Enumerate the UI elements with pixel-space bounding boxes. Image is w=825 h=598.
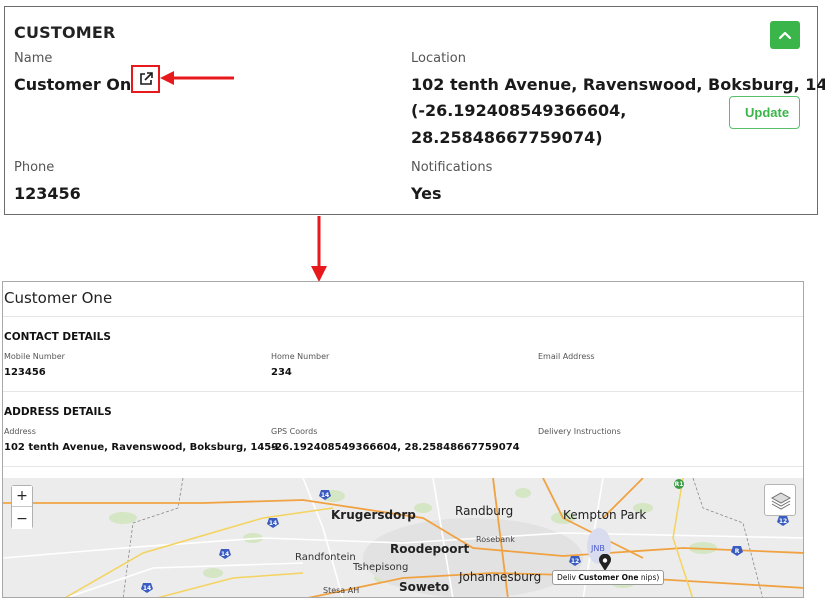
- address-label: Address: [4, 427, 36, 436]
- tooltip-suffix: nips): [640, 573, 660, 582]
- route-shield-label: 14: [143, 585, 151, 592]
- annotation-arrow-down: [311, 216, 327, 282]
- name-label: Name: [14, 51, 53, 66]
- tooltip-customer-name: Customer One: [578, 573, 639, 582]
- location-longitude: 28.25848667759074): [411, 128, 603, 147]
- divider: [3, 466, 803, 467]
- delivery-instructions-label: Delivery Instructions: [538, 427, 621, 436]
- route-shield-label: 12: [571, 558, 579, 565]
- contact-details-heading: CONTACT DETAILS: [4, 331, 111, 343]
- card-title: CUSTOMER: [14, 23, 116, 42]
- update-location-button[interactable]: Update: [729, 96, 800, 129]
- divider: [3, 316, 803, 317]
- collapse-button[interactable]: [770, 21, 800, 49]
- location-label: Location: [411, 51, 466, 66]
- annotation-arrow-left: [160, 71, 234, 85]
- map-place-label: Randfontein: [295, 552, 356, 563]
- customer-card: CUSTOMER Name Customer One Location 102 …: [4, 6, 825, 215]
- route-shield-label: 12: [779, 518, 787, 525]
- customer-name: Customer One: [14, 75, 143, 94]
- map-airport-label: JNB: [591, 544, 605, 553]
- notifications-value: Yes: [411, 184, 442, 203]
- map-place-label: Kempton Park: [563, 508, 647, 522]
- location-address: 102 tenth Avenue, Ravenswood, Boksburg, …: [411, 75, 825, 94]
- mobile-number-value: 123456: [4, 367, 46, 378]
- mobile-number-label: Mobile Number: [4, 352, 65, 361]
- route-shield-label: R1: [675, 481, 684, 488]
- address-details-heading: ADDRESS DETAILS: [4, 406, 112, 418]
- route-shield-label: 14: [269, 520, 277, 527]
- divider: [3, 391, 803, 392]
- chevron-up-icon: [778, 31, 792, 40]
- route-shield-label: 14: [221, 551, 229, 558]
- route-shield-label: R: [735, 548, 740, 555]
- map-place-label: Tshepisong: [353, 562, 409, 573]
- external-link-icon: [140, 72, 153, 85]
- location-latitude: (-26.192408549366604,: [411, 101, 627, 120]
- map-zoom-control: + −: [11, 485, 33, 529]
- open-customer-link[interactable]: [131, 65, 160, 93]
- gps-coords-label: GPS Coords: [271, 427, 318, 436]
- home-number-value: 234: [271, 367, 292, 378]
- zoom-out-button[interactable]: −: [12, 508, 32, 529]
- map-marker-tooltip: Deliv Customer One nips): [552, 570, 665, 585]
- map-place-label: Randburg: [455, 504, 514, 518]
- email-address-label: Email Address: [538, 352, 595, 361]
- layers-icon: [770, 492, 792, 510]
- map-place-label: Soweto: [399, 580, 450, 594]
- gps-coords-value: -26.192408549366604, 28.25848667759074: [271, 442, 520, 453]
- address-value: 102 tenth Avenue, Ravenswood, Boksburg, …: [4, 442, 279, 453]
- detail-title: Customer One: [4, 289, 113, 307]
- map-place-label: Krugersdorp: [331, 508, 416, 522]
- update-button-label: Update: [745, 105, 790, 120]
- route-shield-label: 14: [321, 492, 329, 499]
- map-place-label: Rosebank: [476, 535, 515, 544]
- zoom-in-button[interactable]: +: [12, 486, 32, 507]
- phone-label: Phone: [14, 160, 55, 175]
- customer-map[interactable]: 14 14 14 14 12 12 R R1 + − Krugersdorp R…: [3, 478, 803, 597]
- notifications-label: Notifications: [411, 160, 493, 175]
- customer-detail-panel: Customer One CONTACT DETAILS Mobile Numb…: [2, 281, 804, 598]
- map-layers-button[interactable]: [764, 484, 796, 516]
- home-number-label: Home Number: [271, 352, 330, 361]
- map-place-label: Roodepoort: [390, 542, 470, 556]
- map-place-label: Stesa AH: [323, 586, 360, 595]
- tooltip-prefix: Deliv: [557, 573, 576, 582]
- map-place-label: Johannesburg: [459, 570, 542, 584]
- phone-value: 123456: [14, 184, 81, 203]
